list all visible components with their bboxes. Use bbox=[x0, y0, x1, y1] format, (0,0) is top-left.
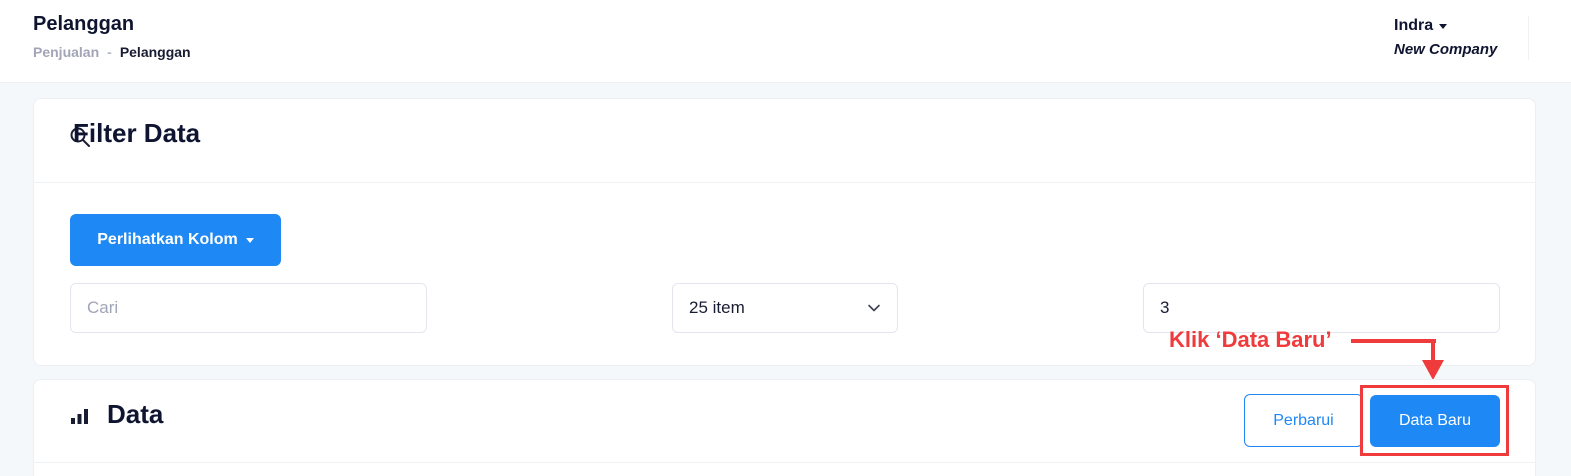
filter-card-header bbox=[34, 99, 1535, 183]
breadcrumb-separator: - bbox=[107, 44, 112, 60]
user-name: Indra bbox=[1394, 17, 1434, 34]
per-page-select[interactable]: 25 item bbox=[672, 283, 898, 333]
refresh-button-label: Perbarui bbox=[1273, 411, 1334, 429]
show-columns-button[interactable]: Perlihatkan Kolom bbox=[70, 214, 281, 266]
breadcrumb: Penjualan - Pelanggan bbox=[33, 44, 191, 60]
bar-chart-icon bbox=[71, 409, 88, 424]
breadcrumb-item-penjualan[interactable]: Penjualan bbox=[33, 44, 99, 60]
annotation-label: Klik ‘Data Baru’ bbox=[1169, 327, 1332, 352]
data-card-divider bbox=[33, 462, 1536, 463]
chevron-down-icon bbox=[868, 304, 880, 312]
user-menu[interactable]: Indra New Company bbox=[1394, 17, 1497, 58]
data-card-title: Data bbox=[107, 399, 164, 429]
top-header: Pelanggan Penjualan - Pelanggan Indra Ne… bbox=[0, 0, 1571, 83]
company-name: New Company bbox=[1394, 41, 1498, 58]
search-input[interactable] bbox=[70, 283, 427, 333]
user-name-toggle[interactable]: Indra bbox=[1394, 17, 1497, 35]
header-divider bbox=[1528, 16, 1529, 60]
page-number-value: 3 bbox=[1160, 298, 1170, 317]
show-columns-label: Perlihatkan Kolom bbox=[97, 231, 238, 248]
breadcrumb-item-current: Pelanggan bbox=[119, 44, 191, 60]
caret-down-icon bbox=[245, 237, 254, 243]
refresh-button[interactable]: Perbarui bbox=[1244, 394, 1363, 447]
page-title: Pelanggan bbox=[33, 13, 135, 35]
caret-down-icon bbox=[1439, 23, 1448, 29]
annotation-highlight-box bbox=[1360, 385, 1509, 456]
per-page-value: 25 item bbox=[689, 298, 745, 317]
annotation-arrow-line bbox=[1351, 339, 1436, 343]
annotation-arrow-head-icon bbox=[1422, 360, 1444, 380]
page-number-input[interactable]: 3 bbox=[1143, 283, 1500, 333]
filter-card-title: Filter Data bbox=[73, 118, 201, 148]
